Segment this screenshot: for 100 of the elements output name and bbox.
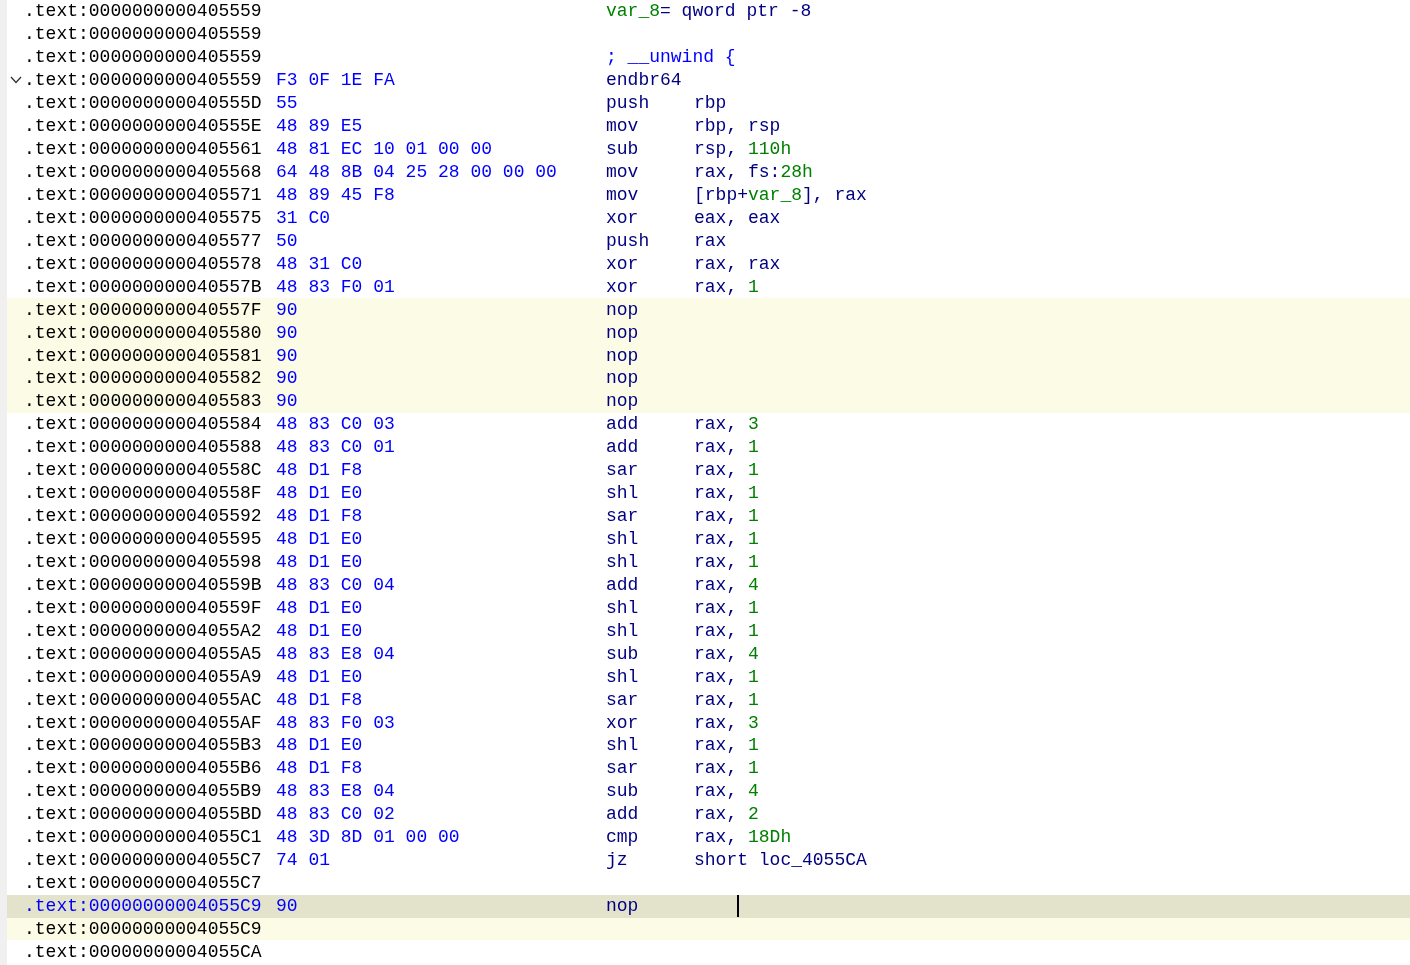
address-text: .text:00000000004055B6 (24, 758, 263, 779)
listing-row[interactable]: .text:0000000000405568 64 48 8B 04 25 28 00 00 00 mov rax, fs:28h (7, 160, 1410, 184)
address-text: .text:000000000040557B (24, 276, 263, 297)
address-text: .text:00000000004055BD (24, 804, 263, 825)
mnemonic-text: mov (606, 116, 640, 137)
listing-row[interactable]: .text:00000000004055C9 90 nop (7, 894, 1410, 918)
listing-row[interactable]: .text:0000000000405580 90 nop (7, 321, 1410, 345)
opcode-bytes-text: 48 D1 E0 (276, 735, 363, 756)
listing-row[interactable]: .text:000000000040559B 48 83 C0 04 add rax, 4 (7, 573, 1410, 597)
operand-text: rax, 1 (694, 506, 759, 527)
address-text: .text:000000000040558C (24, 460, 263, 481)
mnemonic-text: nop (606, 368, 640, 389)
mnemonic-text: sar (606, 506, 640, 527)
address-text: .text:0000000000405559 (24, 1, 263, 22)
mnemonic-text: nop (606, 322, 640, 343)
opcode-bytes-text: 48 83 F0 01 (276, 276, 395, 297)
listing-row[interactable]: .text:00000000004055C7 74 01 jz short loc_4055CA (7, 848, 1410, 872)
mnemonic-text: endbr64 (606, 70, 683, 91)
listing-row[interactable]: .text:00000000004055CA (7, 940, 1410, 964)
mnemonic-text: add (606, 804, 640, 825)
mnemonic-text: mov (606, 162, 640, 183)
listing-row[interactable]: .text:000000000040555D 55 push rbp (7, 91, 1410, 115)
opcode-bytes-text: 48 83 F0 03 (276, 712, 395, 733)
listing-row[interactable]: .text:0000000000405559 ; __unwind { (7, 45, 1410, 69)
listing-row[interactable]: .text:0000000000405584 48 83 C0 03 add rax, 3 (7, 412, 1410, 436)
listing-row[interactable]: .text:00000000004055C1 48 3D 8D 01 00 00 cmp rax, 18Dh (7, 825, 1410, 849)
opcode-bytes-text: 48 D1 E0 (276, 483, 363, 504)
listing-row[interactable]: .text:0000000000405575 31 C0 xor eax, eax (7, 206, 1410, 230)
operand-text: rax, 2 (694, 804, 759, 825)
address-text: .text:00000000004055C9 (24, 918, 263, 939)
mnemonic-text: xor (606, 253, 640, 274)
listing-row[interactable]: .text:0000000000405583 90 nop (7, 389, 1410, 413)
opcode-bytes-text: 90 (276, 896, 298, 917)
operand-text: rax, 1 (694, 666, 759, 687)
opcode-bytes-text: 48 83 E8 04 (276, 643, 395, 664)
mnemonic-text: sub (606, 781, 640, 802)
listing-row[interactable]: .text:00000000004055C7 (7, 871, 1410, 895)
opcode-bytes-text: F3 0F 1E FA (276, 70, 395, 91)
listing-row[interactable]: .text:00000000004055B6 48 D1 F8 sar rax, 1 (7, 756, 1410, 780)
listing-row[interactable]: .text:00000000004055B3 48 D1 E0 shl rax, 1 (7, 734, 1410, 757)
listing-row[interactable]: .text:00000000004055A9 48 D1 E0 shl rax, 1 (7, 665, 1410, 689)
listing-row[interactable]: .text:00000000004055B9 48 83 E8 04 sub rax, 4 (7, 779, 1410, 803)
listing-row[interactable]: .text:00000000004055AF 48 83 F0 03 xor rax, 3 (7, 711, 1410, 734)
listing-row[interactable]: .text:0000000000405577 50 push rax (7, 229, 1410, 253)
listing-row[interactable]: .text:0000000000405571 48 89 45 F8 mov [rbp+var_8], rax (7, 183, 1410, 207)
mnemonic-text: sar (606, 689, 640, 710)
operand-text: rax, 3 (694, 712, 759, 733)
listing-row[interactable]: .text:000000000040555E 48 89 E5 mov rbp, rsp (7, 114, 1410, 138)
address-text: .text:00000000004055B3 (24, 735, 263, 756)
listing-row[interactable]: .text:00000000004055BD 48 83 C0 02 add rax, 2 (7, 802, 1410, 826)
operand-text: rax, 1 (694, 735, 759, 756)
listing-row[interactable]: .text:000000000040557B 48 83 F0 01 xor rax, 1 (7, 275, 1410, 299)
listing-row[interactable]: .text:0000000000405561 48 81 EC 10 01 00 00 sub rsp, 110h (7, 137, 1410, 161)
listing-row[interactable]: .text:0000000000405595 48 D1 E0 shl rax, 1 (7, 527, 1410, 551)
listing-row[interactable]: .text:000000000040557F 90 nop (7, 298, 1410, 322)
address-text: .text:0000000000405571 (24, 184, 263, 205)
listing-row[interactable]: .text:000000000040558F 48 D1 E0 shl rax, 1 (7, 481, 1410, 505)
listing-row[interactable]: .text:0000000000405581 90 nop (7, 344, 1410, 367)
listing-row[interactable]: .text:00000000004055C9 (7, 917, 1410, 941)
operand-text: rax, 4 (694, 643, 759, 664)
address-text: .text:000000000040557F (24, 299, 263, 320)
opcode-bytes-text: 48 81 EC 10 01 00 00 (276, 139, 493, 160)
listing-row[interactable]: .text:0000000000405559 (7, 22, 1410, 46)
address-text: .text:0000000000405581 (24, 345, 263, 366)
operand-text: rax, 1 (694, 437, 759, 458)
listing-row[interactable]: .text:000000000040558C 48 D1 F8 sar rax, 1 (7, 458, 1410, 482)
address-text: .text:00000000004055AF (24, 712, 263, 733)
chevron-down-icon[interactable] (9, 76, 22, 85)
opcode-bytes-text: 31 C0 (276, 207, 330, 228)
mnemonic-text: shl (606, 483, 640, 504)
address-text: .text:0000000000405578 (24, 253, 263, 274)
opcode-bytes-text: 48 31 C0 (276, 253, 363, 274)
mnemonic-text: cmp (606, 827, 640, 848)
operand-text: rax, 1 (694, 689, 759, 710)
mnemonic-text: sar (606, 758, 640, 779)
operand-text: rax, 1 (694, 620, 759, 641)
listing-row[interactable]: .text:0000000000405598 48 D1 E0 shl rax, 1 (7, 550, 1410, 574)
address-text: .text:0000000000405582 (24, 368, 263, 389)
address-text: .text:00000000004055C1 (24, 827, 263, 848)
listing-row[interactable]: .text:0000000000405592 48 D1 F8 sar rax, 1 (7, 504, 1410, 528)
address-text: .text:0000000000405595 (24, 529, 263, 550)
operand-text: rax, 4 (694, 574, 759, 595)
listing-row[interactable]: .text:000000000040559F 48 D1 E0 shl rax, 1 (7, 596, 1410, 620)
operand-text: rbp, rsp (694, 116, 781, 137)
mnemonic-text: sub (606, 139, 640, 160)
listing-row[interactable]: .text:00000000004055A5 48 83 E8 04 sub rax, 4 (7, 642, 1410, 666)
opcode-bytes-text: 48 D1 F8 (276, 460, 363, 481)
opcode-bytes-text: 48 D1 E0 (276, 551, 363, 572)
address-text: .text:00000000004055C9 (24, 896, 263, 917)
mnemonic-text: shl (606, 529, 640, 550)
listing-row[interactable]: .text:00000000004055AC 48 D1 F8 sar rax, 1 (7, 688, 1410, 712)
listing-row[interactable]: .text:0000000000405582 90 nop (7, 367, 1410, 390)
opcode-bytes-text: 48 D1 E0 (276, 597, 363, 618)
listing-row[interactable]: .text:0000000000405559 var_8= qword ptr -8 (7, 0, 1410, 23)
opcode-bytes-text: 48 83 E8 04 (276, 781, 395, 802)
listing-row[interactable]: .text:0000000000405578 48 31 C0 xor rax, rax (7, 252, 1410, 276)
listing-row[interactable]: .text:0000000000405559 F3 0F 1E FA endbr64 (7, 68, 1410, 92)
listing-row[interactable]: .text:00000000004055A2 48 D1 E0 shl rax, 1 (7, 619, 1410, 643)
listing-row[interactable]: .text:0000000000405588 48 83 C0 01 add rax, 1 (7, 435, 1410, 459)
address-text: .text:00000000004055A2 (24, 620, 263, 641)
